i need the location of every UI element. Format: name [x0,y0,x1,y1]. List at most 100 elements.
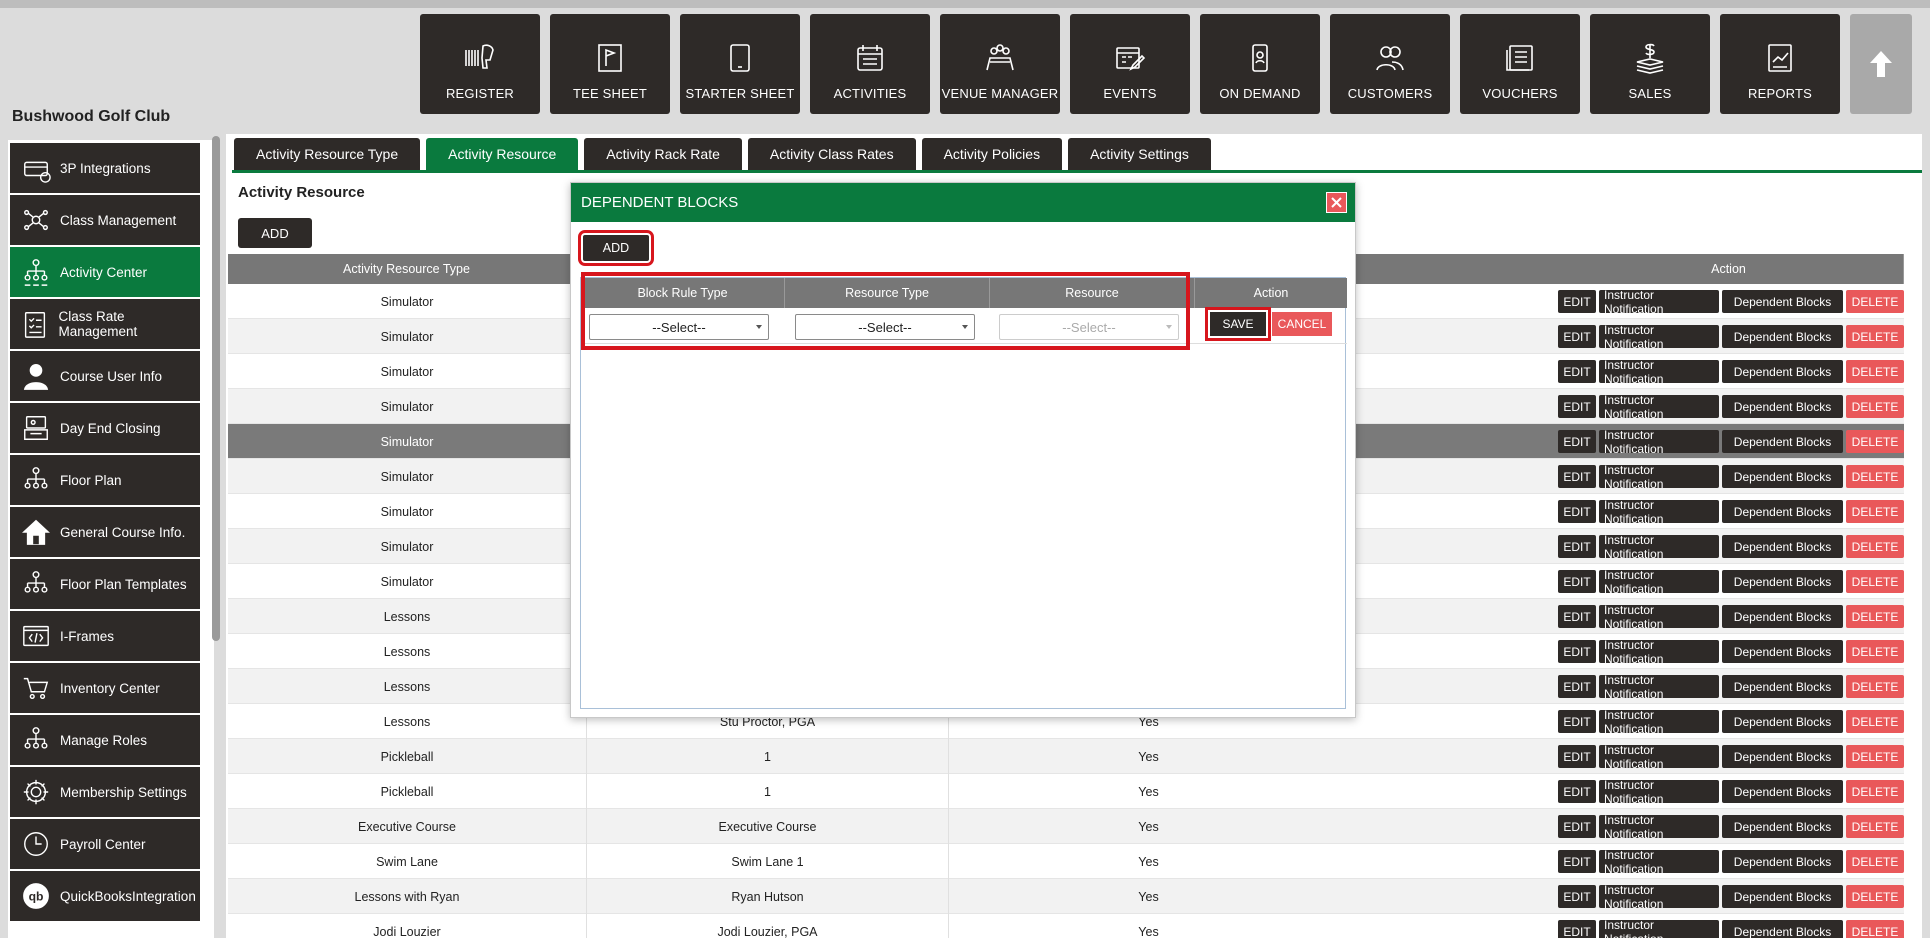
nav-button-vouchers[interactable]: VOUCHERS [1460,14,1580,114]
instructor-notification-button[interactable]: Instructor Notification [1599,778,1719,806]
delete-button[interactable]: DELETE [1846,500,1904,523]
edit-button[interactable]: EDIT [1558,325,1596,348]
nav-button-venue-manager[interactable]: VENUE MANAGER [940,14,1060,114]
dependent-blocks-button[interactable]: Dependent Blocks [1722,570,1843,593]
scroll-up-button[interactable] [1850,14,1912,114]
dependent-blocks-button[interactable]: Dependent Blocks [1722,605,1843,628]
dependent-blocks-button[interactable]: Dependent Blocks [1722,850,1843,873]
sidebar-item-i-frames[interactable]: I-Frames [10,611,200,661]
delete-button[interactable]: DELETE [1846,850,1904,873]
table-row[interactable]: Pickleball 1 Yes EDIT Instructor Notificatio… [228,774,1904,809]
edit-button[interactable]: EDIT [1558,850,1596,873]
table-row[interactable]: Swim Lane Swim Lane 1 Yes EDIT Instructor No… [228,844,1904,879]
sidebar-item-3p-integrations[interactable]: 3P Integrations [10,143,200,193]
dependent-blocks-button[interactable]: Dependent Blocks [1722,430,1843,453]
modal-save-button[interactable]: SAVE [1205,307,1271,341]
instructor-notification-button[interactable]: Instructor Notification [1599,743,1719,771]
delete-button[interactable]: DELETE [1846,710,1904,733]
nav-button-customers[interactable]: CUSTOMERS [1330,14,1450,114]
tab-activity-resource[interactable]: Activity Resource [426,138,579,170]
edit-button[interactable]: EDIT [1558,360,1596,383]
delete-button[interactable]: DELETE [1846,325,1904,348]
edit-button[interactable]: EDIT [1558,395,1596,418]
sidebar-item-activity-center[interactable]: Activity Center [10,247,200,297]
instructor-notification-button[interactable]: Instructor Notification [1599,708,1719,736]
nav-button-events[interactable]: EVENTS [1070,14,1190,114]
sidebar-item-course-user-info[interactable]: Course User Info [10,351,200,401]
sidebar-item-day-end-closing[interactable]: Day End Closing [10,403,200,453]
dependent-blocks-button[interactable]: Dependent Blocks [1722,500,1843,523]
dependent-blocks-button[interactable]: Dependent Blocks [1722,325,1843,348]
instructor-notification-button[interactable]: Instructor Notification [1599,323,1719,351]
instructor-notification-button[interactable]: Instructor Notification [1599,358,1719,386]
dependent-blocks-button[interactable]: Dependent Blocks [1722,675,1843,698]
dependent-blocks-button[interactable]: Dependent Blocks [1722,745,1843,768]
instructor-notification-button[interactable]: Instructor Notification [1599,498,1719,526]
delete-button[interactable]: DELETE [1846,535,1904,558]
tab-activity-rack-rate[interactable]: Activity Rack Rate [584,138,742,170]
delete-button[interactable]: DELETE [1846,780,1904,803]
modal-close-button[interactable] [1326,192,1347,213]
instructor-notification-button[interactable]: Instructor Notification [1599,533,1719,561]
table-row[interactable]: Executive Course Executive Course Yes EDIT I… [228,809,1904,844]
edit-button[interactable]: EDIT [1558,675,1596,698]
edit-button[interactable]: EDIT [1558,500,1596,523]
delete-button[interactable]: DELETE [1846,430,1904,453]
dependent-blocks-button[interactable]: Dependent Blocks [1722,710,1843,733]
dependent-blocks-button[interactable]: Dependent Blocks [1722,465,1843,488]
nav-button-activities[interactable]: ACTIVITIES [810,14,930,114]
instructor-notification-button[interactable]: Instructor Notification [1599,673,1719,701]
delete-button[interactable]: DELETE [1846,640,1904,663]
add-resource-button[interactable]: ADD [238,218,312,248]
instructor-notification-button[interactable]: Instructor Notification [1599,463,1719,491]
sidebar-item-manage-roles[interactable]: Manage Roles [10,715,200,765]
edit-button[interactable]: EDIT [1558,815,1596,838]
edit-button[interactable]: EDIT [1558,780,1596,803]
delete-button[interactable]: DELETE [1846,395,1904,418]
sidebar-item-general-course-info[interactable]: General Course Info. [10,507,200,557]
sidebar-item-floor-plan[interactable]: Floor Plan [10,455,200,505]
sidebar-item-quickbooksintegration[interactable]: qb QuickBooksIntegration [10,871,200,921]
delete-button[interactable]: DELETE [1846,605,1904,628]
nav-button-starter-sheet[interactable]: STARTER SHEET [680,14,800,114]
dependent-blocks-button[interactable]: Dependent Blocks [1722,290,1843,313]
edit-button[interactable]: EDIT [1558,430,1596,453]
delete-button[interactable]: DELETE [1846,675,1904,698]
tab-activity-resource-type[interactable]: Activity Resource Type [234,138,421,170]
instructor-notification-button[interactable]: Instructor Notification [1599,848,1719,876]
edit-button[interactable]: EDIT [1558,710,1596,733]
modal-cancel-button[interactable]: CANCEL [1272,312,1332,336]
table-row[interactable]: Jodi Louzier Jodi Louzier, PGA Yes EDIT Inst… [228,914,1904,938]
sidebar-scrollbar[interactable] [212,136,220,641]
edit-button[interactable]: EDIT [1558,745,1596,768]
dependent-blocks-button[interactable]: Dependent Blocks [1722,920,1843,938]
dependent-blocks-button[interactable]: Dependent Blocks [1722,640,1843,663]
delete-button[interactable]: DELETE [1846,465,1904,488]
sidebar-item-inventory-center[interactable]: Inventory Center [10,663,200,713]
instructor-notification-button[interactable]: Instructor Notification [1599,603,1719,631]
dependent-blocks-button[interactable]: Dependent Blocks [1722,535,1843,558]
instructor-notification-button[interactable]: Instructor Notification [1599,428,1719,456]
nav-button-register[interactable]: REGISTER [420,14,540,114]
delete-button[interactable]: DELETE [1846,885,1904,908]
tab-activity-class-rates[interactable]: Activity Class Rates [747,138,916,170]
delete-button[interactable]: DELETE [1846,290,1904,313]
modal-add-button[interactable]: ADD [578,230,654,266]
resource-select[interactable]: --Select-- [999,314,1179,340]
edit-button[interactable]: EDIT [1558,605,1596,628]
block-rule-type-select[interactable]: --Select-- [589,314,769,340]
table-row[interactable]: Pickleball 1 Yes EDIT Instructor Notificatio… [228,739,1904,774]
edit-button[interactable]: EDIT [1558,465,1596,488]
instructor-notification-button[interactable]: Instructor Notification [1599,638,1719,666]
dependent-blocks-button[interactable]: Dependent Blocks [1722,780,1843,803]
edit-button[interactable]: EDIT [1558,885,1596,908]
tab-activity-settings[interactable]: Activity Settings [1068,138,1211,170]
nav-button-reports[interactable]: REPORTS [1720,14,1840,114]
instructor-notification-button[interactable]: Instructor Notification [1599,813,1719,841]
dependent-blocks-button[interactable]: Dependent Blocks [1722,395,1843,418]
nav-button-sales[interactable]: SALES [1590,14,1710,114]
delete-button[interactable]: DELETE [1846,920,1904,938]
edit-button[interactable]: EDIT [1558,570,1596,593]
dependent-blocks-button[interactable]: Dependent Blocks [1722,885,1843,908]
nav-button-on-demand[interactable]: ON DEMAND [1200,14,1320,114]
